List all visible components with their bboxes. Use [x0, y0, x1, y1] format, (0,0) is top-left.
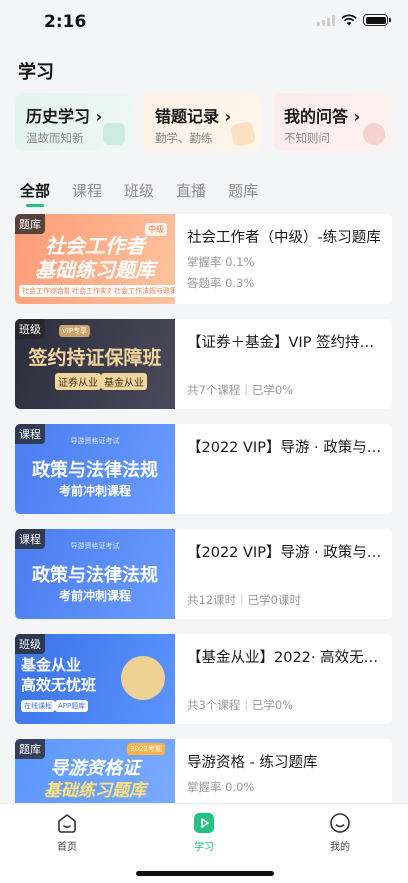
course-title: 【2022 VIP】导游 · 政策与法律法规 [187, 440, 382, 456]
status-time: 2:16 [44, 12, 87, 32]
thumb-line2: 基础练习题库 [44, 781, 146, 801]
my-questions-card[interactable]: 我的问答 › 不知则问 [273, 93, 393, 151]
vip-tag: VIP专享 [59, 325, 91, 337]
course-type-badge: 课程 [15, 424, 45, 444]
thumb-pill: 社会工作法规与政策 [111, 285, 175, 297]
status-icons [317, 14, 391, 26]
course-progress: 共3个课程｜已学0% [187, 698, 294, 712]
course-type-badge: 题库 [15, 739, 45, 759]
course-type-badge: 题库 [15, 214, 45, 234]
question-icon [363, 123, 385, 145]
course-thumbnail: 课程 导游资格证考试 政策与法律法规 考前冲刺课程 [15, 529, 175, 619]
course-progress: 共12课时｜已学0课时 [187, 593, 301, 607]
course-type-badge: 班级 [15, 634, 45, 654]
course-type-badge: 班级 [15, 319, 45, 339]
course-title: 导游资格 - 练习题库 [187, 755, 318, 771]
nav-profile-label: 我的 [330, 842, 350, 853]
notebook-icon [229, 120, 257, 148]
thumb-pill: 在线课程 [21, 700, 55, 712]
thumb-line2: 高效无忧班 [21, 676, 97, 694]
nav-home-label: 首页 [57, 842, 77, 853]
course-card[interactable]: 班级 VIP专享 签约持证保障班 证券从业 基金从业 【证券＋基金】VIP 签约… [15, 319, 392, 409]
filter-tabs: 全部 课程 班级 直播 题库 [20, 180, 280, 207]
home-icon [56, 812, 78, 834]
course-mastery: 掌握率 0.1% [187, 255, 255, 269]
thumb-pill: 社会工作实务 [69, 285, 117, 297]
tab-all[interactable]: 全部 [20, 180, 50, 207]
profile-icon [329, 812, 351, 834]
clock-icon [103, 123, 125, 145]
thumb-pill: 基金从业 [101, 373, 147, 390]
thumb-pill: APP题库 [55, 700, 89, 712]
home-indicator[interactable] [136, 871, 274, 876]
course-card[interactable]: 班级 基金从业 高效无忧班 在线课程 APP题库 【基金从业】2022· 高效无… [15, 634, 392, 724]
nav-study-label: 学习 [194, 842, 214, 853]
course-title: 【基金从业】2022· 高效无忧班 [187, 650, 382, 666]
nav-study[interactable]: 学习 [174, 812, 234, 853]
course-thumbnail: 班级 基金从业 高效无忧班 在线课程 APP题库 [15, 634, 175, 724]
thumb-pill: 证券从业 [55, 373, 101, 390]
play-icon [193, 812, 215, 834]
tab-question-bank[interactable]: 题库 [228, 180, 258, 201]
course-title: 社会工作者（中级）-练习题库 [187, 230, 381, 246]
nav-home[interactable]: 首页 [37, 812, 97, 853]
course-thumbnail: 班级 VIP专享 签约持证保障班 证券从业 基金从业 [15, 319, 175, 409]
thumb-line1: 政策与法律法规 [32, 565, 158, 586]
course-card[interactable]: 题库 2022考期 导游资格证 基础练习题库 导游资格 - 练习题库 掌握率 0… [15, 739, 392, 803]
book-illustration-icon [121, 656, 165, 700]
course-thumbnail: 课程 导游资格证考试 政策与法律法规 考前冲刺课程 [15, 424, 175, 514]
thumb-line2: 考前冲刺课程 [58, 589, 131, 603]
my-questions-title: 我的问答 › [284, 107, 361, 126]
thumb-line2: 考前冲刺课程 [58, 484, 131, 498]
course-title: 【证券＋基金】VIP 签约持证保障班 [187, 335, 382, 351]
thumb-line1: 签约持证保障班 [28, 347, 162, 369]
nav-profile[interactable]: 我的 [310, 812, 370, 853]
wifi-icon [341, 14, 357, 26]
wrong-questions-card[interactable]: 错题记录 › 勤学、勤练 [144, 93, 262, 151]
tab-live[interactable]: 直播 [176, 180, 206, 201]
page-title: 学习 [18, 62, 54, 83]
status-bar: 2:16 [0, 0, 408, 46]
course-answer-rate: 答题率 0.3% [187, 276, 255, 290]
course-title: 【2022 VIP】导游 · 政策与法律法规 [187, 545, 382, 561]
tab-classes[interactable]: 班级 [124, 180, 154, 201]
thumb-line1: 基金从业 [21, 656, 82, 674]
course-card[interactable]: 课程 导游资格证考试 政策与法律法规 考前冲刺课程 【2022 VIP】导游 ·… [15, 424, 392, 514]
course-thumbnail: 题库 中级 社会工作者 基础练习题库 社会工作综合能力 社会工作实务 社会工作法… [15, 214, 175, 304]
course-card[interactable]: 课程 导游资格证考试 政策与法律法规 考前冲刺课程 【2022 VIP】导游 ·… [15, 529, 392, 619]
thumb-line2: 基础练习题库 [35, 258, 155, 282]
thumb-line1: 政策与法律法规 [32, 460, 158, 481]
course-type-badge: 课程 [15, 529, 45, 549]
course-mastery: 掌握率 0.0% [187, 780, 255, 794]
battery-icon [363, 14, 391, 26]
course-progress: 共7个课程｜已学0% [187, 383, 294, 397]
tab-courses[interactable]: 课程 [72, 180, 102, 201]
signal-icon [317, 14, 335, 26]
course-card[interactable]: 题库 中级 社会工作者 基础练习题库 社会工作综合能力 社会工作实务 社会工作法… [15, 214, 392, 304]
course-thumbnail: 题库 2022考期 导游资格证 基础练习题库 [15, 739, 175, 803]
history-learning-card[interactable]: 历史学习 › 温故而知新 [15, 93, 133, 151]
